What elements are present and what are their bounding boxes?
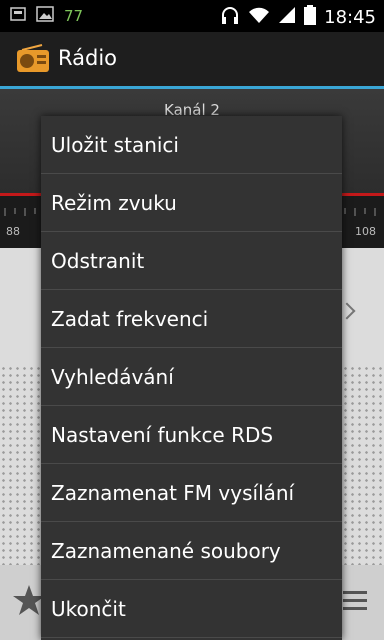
menu-item-exit[interactable]: Ukončit [41,580,342,638]
menu-item-delete[interactable]: Odstranit [41,232,342,290]
menu-item-search[interactable]: Vyhledávání [41,348,342,406]
options-menu: Uložit stanici Režim zvuku Odstranit Zad… [41,116,342,640]
image-icon [36,6,54,26]
app-title: Rádio [58,46,118,70]
wifi-icon [248,6,270,28]
signal-icon [278,6,296,28]
scale-max-label: 108 [355,225,376,238]
menu-item-save-station[interactable]: Uložit stanici [41,116,342,174]
menu-item-sound-mode[interactable]: Režim zvuku [41,174,342,232]
scale-min-label: 88 [6,225,20,238]
clock: 18:45 [324,6,376,28]
battery-icon [304,5,317,29]
list-menu-icon[interactable] [343,589,367,615]
menu-item-recorded-files[interactable]: Zaznamenané soubory [41,522,342,580]
menu-item-rds-settings[interactable]: Nastavení funkce RDS [41,406,342,464]
menu-item-record-fm[interactable]: Zaznamenat FM vysílání [41,464,342,522]
radio-icon[interactable] [16,44,50,74]
notification-count: 77 [64,7,84,25]
menu-item-enter-frequency[interactable]: Zadat frekvenci [41,290,342,348]
sd-card-icon [10,6,26,26]
speaker-grille-right [342,365,384,565]
status-bar: 77 18:45 [0,0,384,32]
headphones-icon [220,5,240,29]
